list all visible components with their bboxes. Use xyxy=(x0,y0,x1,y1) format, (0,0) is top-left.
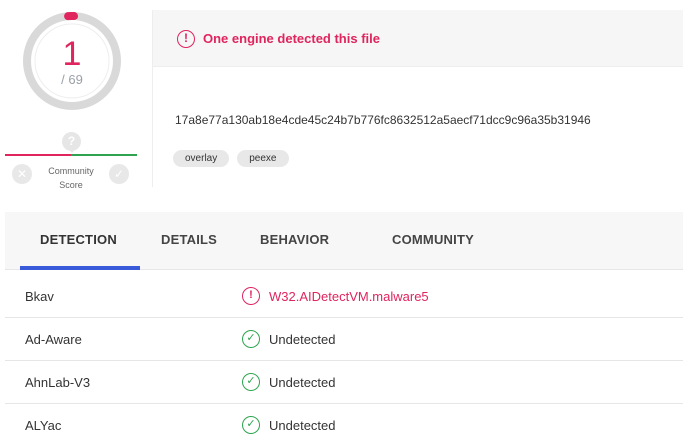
detection-result: W32.AIDetectVM.malware5 xyxy=(269,289,429,304)
engine-total: / 69 xyxy=(61,72,83,87)
table-row: ALYac ✓ Undetected xyxy=(5,404,683,435)
detection-gauge: 1 / 69 xyxy=(21,10,123,112)
engine-name: Ad-Aware xyxy=(25,332,82,347)
alert-icon: ! xyxy=(242,287,260,305)
detection-result: Undetected xyxy=(269,332,336,347)
tab-details[interactable]: DETAILS xyxy=(161,232,217,247)
table-row: Ad-Aware ✓ Undetected xyxy=(5,318,683,361)
check-icon: ✓ xyxy=(242,373,260,391)
vote-harmless-icon[interactable]: ✓ xyxy=(109,164,129,184)
detection-result: Undetected xyxy=(269,375,336,390)
check-icon: ✓ xyxy=(242,416,260,434)
vote-malicious-icon[interactable]: ✕ xyxy=(12,164,32,184)
community-label-line1: Community xyxy=(48,166,94,176)
detection-count: 1 xyxy=(62,35,82,73)
file-tags: overlay peexe xyxy=(173,150,289,167)
community-score-label: Community Score xyxy=(35,164,107,192)
table-row: AhnLab-V3 ✓ Undetected xyxy=(5,361,683,404)
table-row: Bkav ! W32.AIDetectVM.malware5 xyxy=(5,275,683,318)
tag-peexe[interactable]: peexe xyxy=(237,150,289,167)
community-bar-malicious xyxy=(5,154,71,156)
community-label-line2: Score xyxy=(59,180,83,190)
alert-icon: ! xyxy=(177,30,195,48)
file-summary-card: ! One engine detected this file 17a8e77a… xyxy=(152,10,683,187)
check-icon: ✓ xyxy=(242,330,260,348)
alert-message: One engine detected this file xyxy=(203,31,380,46)
engine-name: Bkav xyxy=(25,289,54,304)
report-tabs: DETECTION DETAILS BEHAVIOR COMMUNITY xyxy=(5,212,683,270)
community-bar-harmless xyxy=(71,154,137,156)
detection-alert-banner: ! One engine detected this file xyxy=(153,10,683,67)
engine-name: ALYac xyxy=(25,418,62,433)
tab-community[interactable]: COMMUNITY xyxy=(392,232,474,247)
question-pointer-icon xyxy=(68,148,76,153)
tab-detection[interactable]: DETECTION xyxy=(40,232,117,247)
community-score: ? ✕ Community Score ✓ xyxy=(5,128,137,198)
detection-result: Undetected xyxy=(269,418,336,433)
engine-name: AhnLab-V3 xyxy=(25,375,91,390)
file-hash[interactable]: 17a8e77a130ab18e4cde45c24b7b776fc8632512… xyxy=(175,113,591,127)
detection-score-widget: 1 / 69 ? ✕ Community Score ✓ xyxy=(0,0,145,200)
tag-overlay[interactable]: overlay xyxy=(173,150,230,167)
active-tab-indicator xyxy=(20,266,140,270)
tab-behavior[interactable]: BEHAVIOR xyxy=(260,232,329,247)
